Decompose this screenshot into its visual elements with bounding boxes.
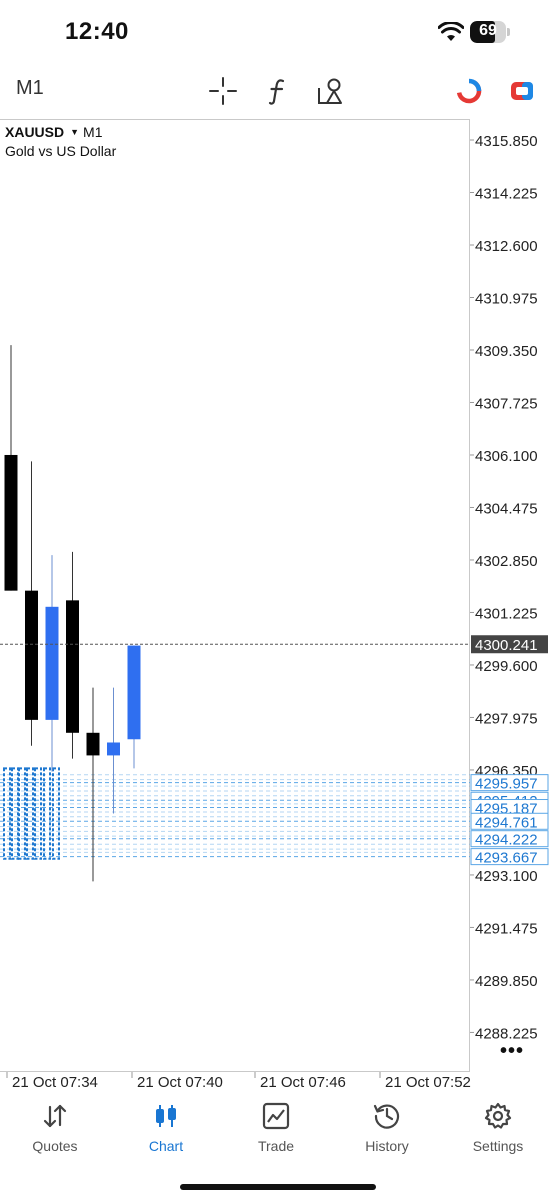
y-tick-label: 4314.225 xyxy=(475,185,538,202)
home-indicator xyxy=(180,1184,376,1190)
quotes-icon xyxy=(43,1104,67,1128)
order-level-label: 4294.761 xyxy=(475,814,538,831)
history-icon xyxy=(373,1104,400,1129)
symbol-timeframe: M1 xyxy=(83,124,103,140)
order-level-label: 4294.222 xyxy=(475,832,538,849)
y-tick-label: 4299.600 xyxy=(475,658,538,675)
y-tick-label: 4289.850 xyxy=(475,973,538,990)
y-tick-label: 4310.975 xyxy=(475,290,538,307)
order-marker xyxy=(43,767,51,860)
symbol-name: XAUUSD xyxy=(5,124,65,140)
tab-label-chart: Chart xyxy=(148,1138,184,1154)
y-tick-label: 4302.850 xyxy=(475,553,538,570)
x-tick-label: 21 Oct 07:46 xyxy=(260,1074,346,1091)
caret-down-icon: ▼ xyxy=(70,127,80,137)
candle-body xyxy=(127,645,141,740)
price-chart: 4315.850 4314.225 4312.600 4310.975 4309.350… xyxy=(0,133,549,1091)
tab-label-trade: Trade xyxy=(257,1138,295,1154)
y-tick-label: 4301.225 xyxy=(475,605,538,622)
more-icon[interactable]: ••• xyxy=(500,1040,524,1063)
candle-body xyxy=(107,742,120,756)
order-level-label: 4293.667 xyxy=(475,850,538,867)
candle-body xyxy=(66,600,79,733)
order-marker xyxy=(26,767,34,860)
x-tick-label: 21 Oct 07:40 xyxy=(137,1074,223,1091)
tab-label-settings: Settings xyxy=(472,1138,524,1154)
x-tick-label: 21 Oct 07:52 xyxy=(385,1074,471,1091)
y-tick-label: 4315.850 xyxy=(475,133,538,150)
y-tick-label: 4312.600 xyxy=(475,238,538,255)
order-marker xyxy=(18,767,26,860)
tab-trade[interactable]: Trade xyxy=(226,1093,326,1163)
order-level-label: 4295.957 xyxy=(475,776,538,793)
settings-icon xyxy=(484,1102,512,1129)
y-tick-label: 4309.350 xyxy=(475,343,538,360)
symbol-description: Gold vs US Dollar xyxy=(5,143,117,159)
x-tick-label: 21 Oct 07:34 xyxy=(12,1074,98,1091)
current-price-label: 4300.241 xyxy=(475,637,538,654)
tab-chart[interactable]: Chart xyxy=(116,1093,216,1163)
candle-body xyxy=(86,732,100,756)
y-tick-label: 4291.475 xyxy=(475,920,538,937)
chart-icon xyxy=(156,1105,176,1127)
order-marker xyxy=(11,767,19,860)
tab-label-history: History xyxy=(365,1138,409,1154)
tab-settings[interactable]: Settings xyxy=(448,1093,548,1163)
trade-icon xyxy=(262,1102,290,1130)
y-tick-label: 4304.475 xyxy=(475,500,538,517)
order-marker xyxy=(3,767,11,860)
candle-body xyxy=(4,454,18,591)
y-tick-label: 4307.725 xyxy=(475,395,538,412)
candle-body xyxy=(25,590,38,720)
order-marker xyxy=(52,767,60,860)
tab-history[interactable]: History xyxy=(337,1093,437,1163)
y-tick-label: 4293.100 xyxy=(475,868,538,885)
symbol-selector[interactable]: XAUUSD ▼ M1 xyxy=(5,124,103,140)
tab-label-quotes: Quotes xyxy=(32,1138,78,1154)
order-marker xyxy=(34,767,42,860)
candle-body xyxy=(45,606,59,720)
y-tick-label: 4297.975 xyxy=(475,710,538,727)
y-tick-label: 4306.100 xyxy=(475,448,538,465)
tab-quotes[interactable]: Quotes xyxy=(5,1093,105,1163)
bottom-tab-bar: Quotes Chart Trade History Settings xyxy=(0,1093,554,1163)
